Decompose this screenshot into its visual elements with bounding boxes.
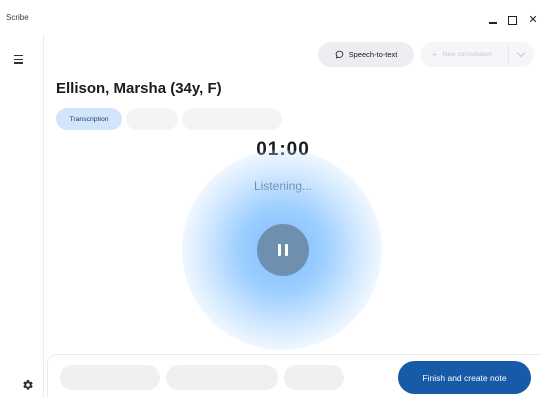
finish-button-label: Finish and create note xyxy=(422,372,507,383)
pause-button[interactable] xyxy=(257,224,309,276)
close-icon[interactable]: ✕ xyxy=(527,14,539,26)
maximize-icon[interactable] xyxy=(506,14,518,26)
chevron-down-icon[interactable] xyxy=(516,48,526,58)
tab-placeholder[interactable] xyxy=(126,108,178,130)
button-divider xyxy=(508,46,509,63)
tab-transcription-label: Transcription xyxy=(69,115,109,123)
app-title: Scribe xyxy=(6,13,29,22)
plus-icon: + xyxy=(432,50,437,59)
sidebar xyxy=(9,34,44,398)
app-window: Scribe ✕ Speech-to-text + New consultati… xyxy=(0,0,542,398)
minimize-icon[interactable] xyxy=(487,14,499,26)
finish-and-create-note-button[interactable]: Finish and create note xyxy=(398,361,531,394)
tab-transcription[interactable]: Transcription xyxy=(56,108,122,130)
gear-icon[interactable] xyxy=(22,378,34,390)
action-placeholder[interactable] xyxy=(60,365,160,390)
new-consultation-button[interactable]: + New consultation xyxy=(420,42,534,67)
hamburger-menu-icon[interactable] xyxy=(14,55,24,65)
tab-placeholder[interactable] xyxy=(182,108,282,130)
title-bar: Scribe ✕ xyxy=(0,0,542,34)
pause-icon xyxy=(278,244,281,256)
new-consultation-label: New consultation xyxy=(442,51,493,58)
action-placeholder[interactable] xyxy=(284,365,344,390)
speech-to-text-button[interactable]: Speech-to-text xyxy=(318,42,414,67)
patient-name: Ellison, Marsha (34y, F) xyxy=(56,80,222,97)
chat-bubble-icon xyxy=(335,50,343,59)
action-placeholder[interactable] xyxy=(166,365,278,390)
speech-to-text-label: Speech-to-text xyxy=(348,50,398,59)
